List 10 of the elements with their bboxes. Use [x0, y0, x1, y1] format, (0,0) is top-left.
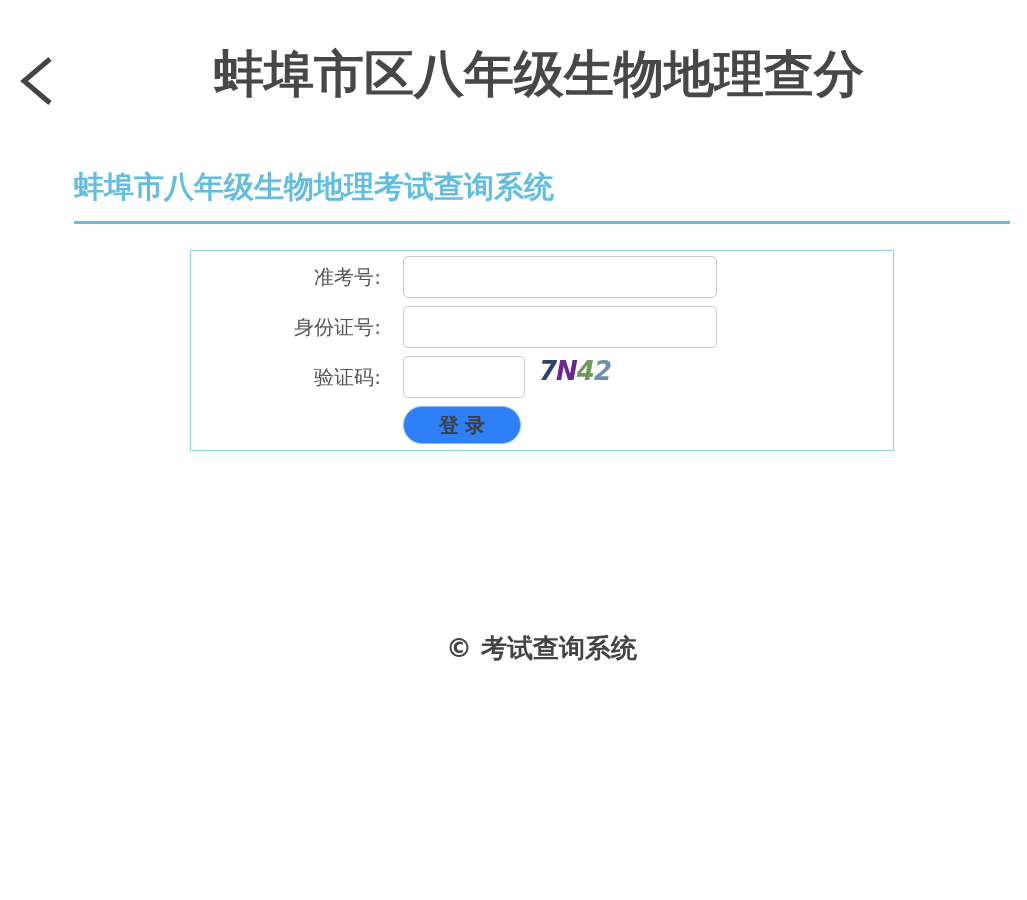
footer-text: © 考试查询系统 — [444, 632, 639, 665]
field-label: 身份证号: — [293, 314, 381, 341]
captcha-image[interactable]: 7N42 — [539, 358, 612, 384]
field-label: 准考号: — [313, 264, 381, 291]
input-field[interactable] — [403, 306, 717, 348]
page-title: 蚌埠市区八年级生物地理查分 — [212, 44, 865, 104]
section-title: 蚌埠市八年级生物地理考试查询系统 — [74, 169, 554, 204]
field-label: 验证码: — [313, 364, 381, 391]
input-field[interactable] — [403, 256, 717, 298]
captcha-field[interactable] — [403, 356, 525, 398]
